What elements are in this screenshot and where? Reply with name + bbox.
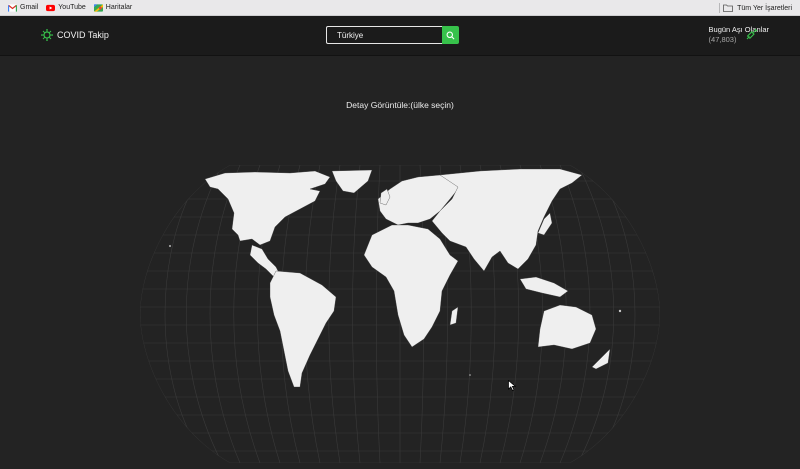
map-land: [168, 168, 622, 388]
bookmark-label: YouTube: [58, 4, 86, 11]
maps-icon: [93, 3, 103, 12]
youtube-icon: [46, 4, 56, 11]
bookmarks-bar: Gmail YouTube Haritalar Tüm Yer İşaretle…: [0, 0, 800, 16]
gmail-icon: [8, 3, 17, 12]
all-bookmarks[interactable]: Tüm Yer İşaretleri: [723, 0, 792, 16]
country-north-america[interactable]: [204, 170, 331, 246]
main-content: Detay Görüntüle:(ülke seçin): [0, 56, 800, 463]
country-new-zealand[interactable]: [591, 348, 611, 370]
island-southern[interactable]: [469, 374, 471, 376]
island-hawaii[interactable]: [168, 244, 172, 248]
brand-title: COVID Takip: [57, 30, 109, 40]
country-search-input[interactable]: [326, 26, 442, 44]
bookmark-youtube[interactable]: YouTube: [46, 4, 86, 12]
bookmark-gmail[interactable]: Gmail: [8, 3, 39, 12]
bookmark-maps[interactable]: Haritalar: [93, 3, 133, 12]
world-map[interactable]: [140, 159, 660, 469]
bookmark-label: Gmail: [20, 4, 39, 11]
island-fiji[interactable]: [618, 309, 622, 313]
bookmark-label: Haritalar: [105, 4, 133, 11]
navbar: COVID Takip Bugün Aşı Olanlar (47,803): [0, 16, 800, 56]
mouse-cursor-icon: [508, 380, 516, 391]
search-button[interactable]: [442, 26, 459, 44]
country-africa[interactable]: [363, 224, 459, 348]
vaccinated-label: Bugün Aşı Olanlar: [708, 25, 769, 34]
detail-hint: Detay Görüntüle:(ülke seçin): [346, 100, 454, 110]
country-australia[interactable]: [537, 304, 597, 350]
syringe-icon: [746, 28, 758, 40]
search-icon: [446, 31, 455, 39]
folder-icon: [723, 4, 734, 12]
country-south-america[interactable]: [269, 270, 337, 388]
all-bookmarks-label: Tüm Yer İşaretleri: [737, 4, 792, 12]
country-madagascar[interactable]: [449, 306, 459, 326]
bookmarks-separator: [719, 3, 720, 13]
brand[interactable]: COVID Takip: [41, 29, 109, 41]
country-greenland[interactable]: [331, 169, 373, 194]
country-search: [326, 26, 459, 44]
country-asia[interactable]: [431, 168, 583, 272]
country-southeast-asia[interactable]: [519, 276, 569, 298]
vaccinated-today[interactable]: Bugün Aşı Olanlar (47,803): [709, 25, 769, 45]
virus-icon: [41, 29, 53, 41]
vaccinated-count: (47,803): [708, 35, 737, 44]
